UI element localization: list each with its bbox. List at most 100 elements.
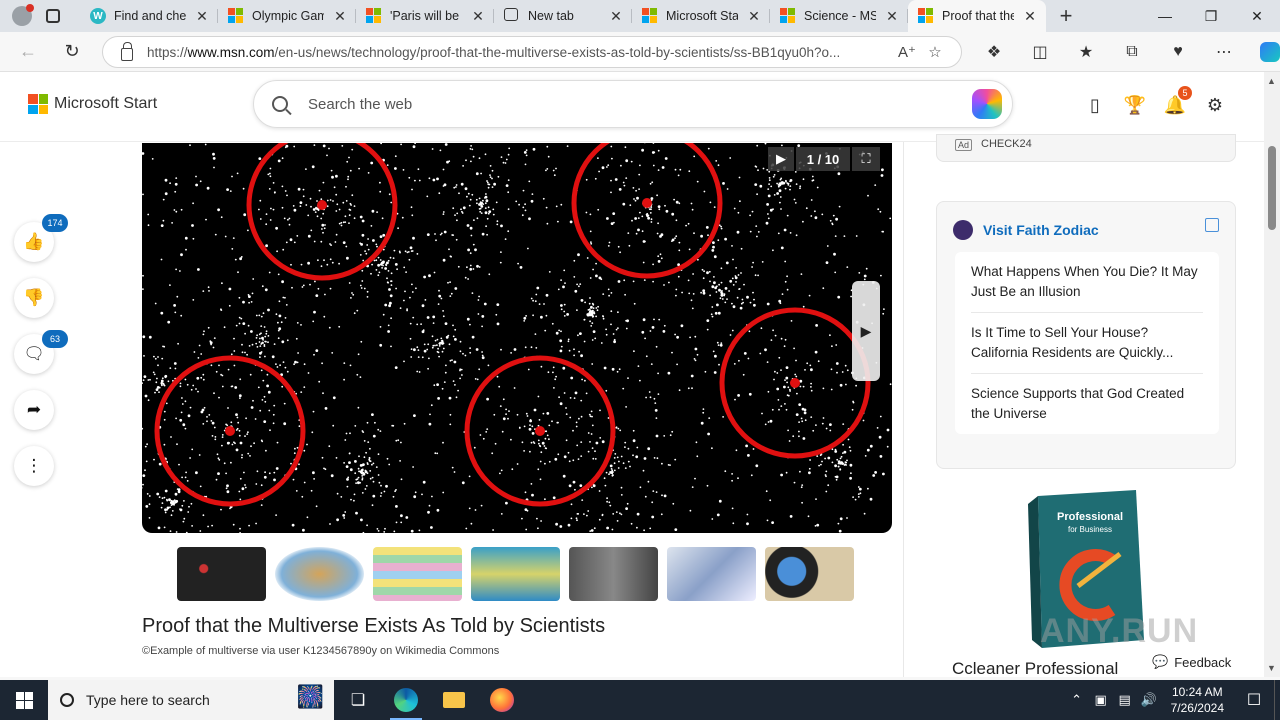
tab-actions-icon[interactable] [46,9,60,23]
page-viewport: Microsoft Start Search the web ▯ 🏆 🔔 5 ⚙ … [0,72,1264,677]
refresh-button[interactable]: ↻ [54,36,90,68]
profile-icon[interactable] [12,4,34,26]
publisher-header[interactable]: Visit Faith Zodiac [953,220,1099,240]
taskbar-search[interactable]: Type here to search 🎆 [48,680,334,720]
mobile-app-icon[interactable]: ▯ [1082,92,1108,118]
search-input[interactable]: Search the web [308,96,972,113]
close-tab-icon[interactable]: ✕ [332,8,348,25]
microsoft-icon [780,8,796,24]
thumbnail-4[interactable] [471,547,560,601]
share-button[interactable]: ➦ [14,390,54,430]
close-window-button[interactable]: ✕ [1234,0,1280,32]
chevron-right-icon: ▶ [860,322,872,339]
network-icon[interactable]: ▤ [1113,692,1137,708]
collections-icon[interactable]: ⧉ [1110,36,1154,68]
address-bar[interactable]: https://www.msn.com/en-us/news/technolog… [102,36,962,68]
search-icon [60,693,74,707]
browser-tab[interactable]: W Find and chec ✕ [80,0,218,32]
close-tab-icon[interactable]: ✕ [884,8,900,25]
microsoft-logo-icon [28,94,48,114]
close-tab-icon[interactable]: ✕ [470,8,486,25]
scroll-up-icon[interactable]: ▲ [1267,76,1276,86]
publisher-link[interactable]: Visit Faith Zodiac [983,222,1099,238]
browser-tab[interactable]: 'Paris will be w ✕ [356,0,494,32]
show-desktop-button[interactable] [1274,680,1280,720]
ad-card[interactable]: Ad CHECK24 [936,134,1236,162]
external-link-icon[interactable] [1205,218,1219,232]
tab-title: Olympic Gam [252,9,324,23]
extensions-icon[interactable]: ❖ [972,36,1016,68]
clock[interactable]: 10:24 AM 7/26/2024 [1161,684,1234,716]
universe-circle [571,143,723,279]
restore-button[interactable]: ❐ [1188,0,1234,32]
edge-browser-icon[interactable] [382,680,430,720]
url-text[interactable]: https://www.msn.com/en-us/news/technolog… [147,45,893,60]
close-tab-icon[interactable]: ✕ [1022,8,1038,25]
dislike-button[interactable]: 👎 [14,278,54,318]
close-tab-icon[interactable]: ✕ [608,8,624,25]
notifications-bell-icon[interactable]: 🔔 5 [1162,86,1192,118]
new-tab-button[interactable]: + [1046,0,1086,32]
favorite-star-icon[interactable]: ☆ [921,43,949,61]
fullscreen-icon[interactable]: ⛶ [852,147,880,171]
browser-tab[interactable]: Microsoft Star ✕ [632,0,770,32]
chevron-up-icon[interactable]: ⌃ [1065,692,1089,708]
task-view-icon[interactable]: ❏ [334,680,382,720]
list-item[interactable]: Science Supports that God Created the Un… [971,374,1203,434]
browser-essentials-icon[interactable]: ♥ [1156,36,1200,68]
feedback-button[interactable]: 💬 Feedback [1140,648,1244,676]
column-divider [903,142,904,677]
thumbnail-6[interactable] [667,547,756,601]
thumbnail-5[interactable] [569,547,658,601]
promo-box-line2: for Business [1068,525,1112,534]
brand-name: Microsoft Start [54,95,158,112]
firefox-icon[interactable] [478,680,526,720]
split-screen-icon[interactable]: ◫ [1018,36,1062,68]
list-item[interactable]: Is It Time to Sell Your House? Californi… [971,313,1203,374]
start-button[interactable] [0,680,48,720]
next-slide-button[interactable]: ▶ [852,281,880,381]
settings-gear-icon[interactable]: ⚙ [1202,92,1228,118]
volume-icon[interactable]: 🔊 [1137,692,1161,708]
copilot-icon[interactable] [972,89,1002,119]
thumbnail-2[interactable] [275,547,364,601]
browser-tab[interactable]: New tab ✕ [494,0,632,32]
back-button[interactable]: ← [10,36,46,68]
thumbnail-3[interactable] [373,547,462,601]
favorites-icon[interactable]: ★ [1064,36,1108,68]
page-scrollbar[interactable]: ▲ ▼ [1264,72,1280,677]
multiverse-image [142,143,892,533]
more-options-button[interactable]: ⋮ [14,446,54,486]
microsoft-icon [642,8,658,24]
meet-now-icon[interactable]: ▣ [1089,692,1113,708]
play-button[interactable]: ▶ [768,147,794,171]
file-explorer-icon[interactable] [430,680,478,720]
scroll-down-icon[interactable]: ▼ [1267,663,1276,673]
close-tab-icon[interactable]: ✕ [194,8,210,25]
minimize-button[interactable]: — [1142,0,1188,32]
slideshow-image[interactable]: ▶ 1 / 10 ⛶ [142,143,892,533]
thumbnail-7[interactable] [765,547,854,601]
microsoft-icon [918,8,934,24]
more-menu-icon[interactable]: ⋯ [1202,36,1246,68]
browser-tab[interactable]: Proof that the ✕ [908,0,1046,32]
clock-time: 10:24 AM [1171,685,1223,699]
clock-date: 7/26/2024 [1170,701,1224,715]
promo-title[interactable]: Ccleaner Professional [952,659,1118,677]
thumbnail-1[interactable] [177,547,266,601]
copilot-toolbar-icon[interactable] [1248,36,1280,68]
close-tab-icon[interactable]: ✕ [746,8,762,25]
read-aloud-icon[interactable]: A⁺ [893,43,921,61]
notification-center-icon[interactable]: ☐ [1234,690,1274,710]
web-search-box[interactable]: Search the web [253,80,1013,128]
rewards-icon[interactable]: 🏆 [1122,92,1148,118]
lock-icon[interactable] [121,41,133,61]
list-item[interactable]: What Happens When You Die? It May Just B… [971,252,1203,313]
browser-tab[interactable]: Olympic Gam ✕ [218,0,356,32]
microsoft-icon [228,8,244,24]
publisher-logo-icon [953,220,973,240]
microsoft-start-logo[interactable]: Microsoft Start [28,94,157,114]
taskbar: Type here to search 🎆 ❏ ⌃ ▣ ▤ 🔊 10:24 AM… [0,680,1280,720]
browser-tab[interactable]: Science - MSN ✕ [770,0,908,32]
scrollbar-thumb[interactable] [1268,146,1276,230]
